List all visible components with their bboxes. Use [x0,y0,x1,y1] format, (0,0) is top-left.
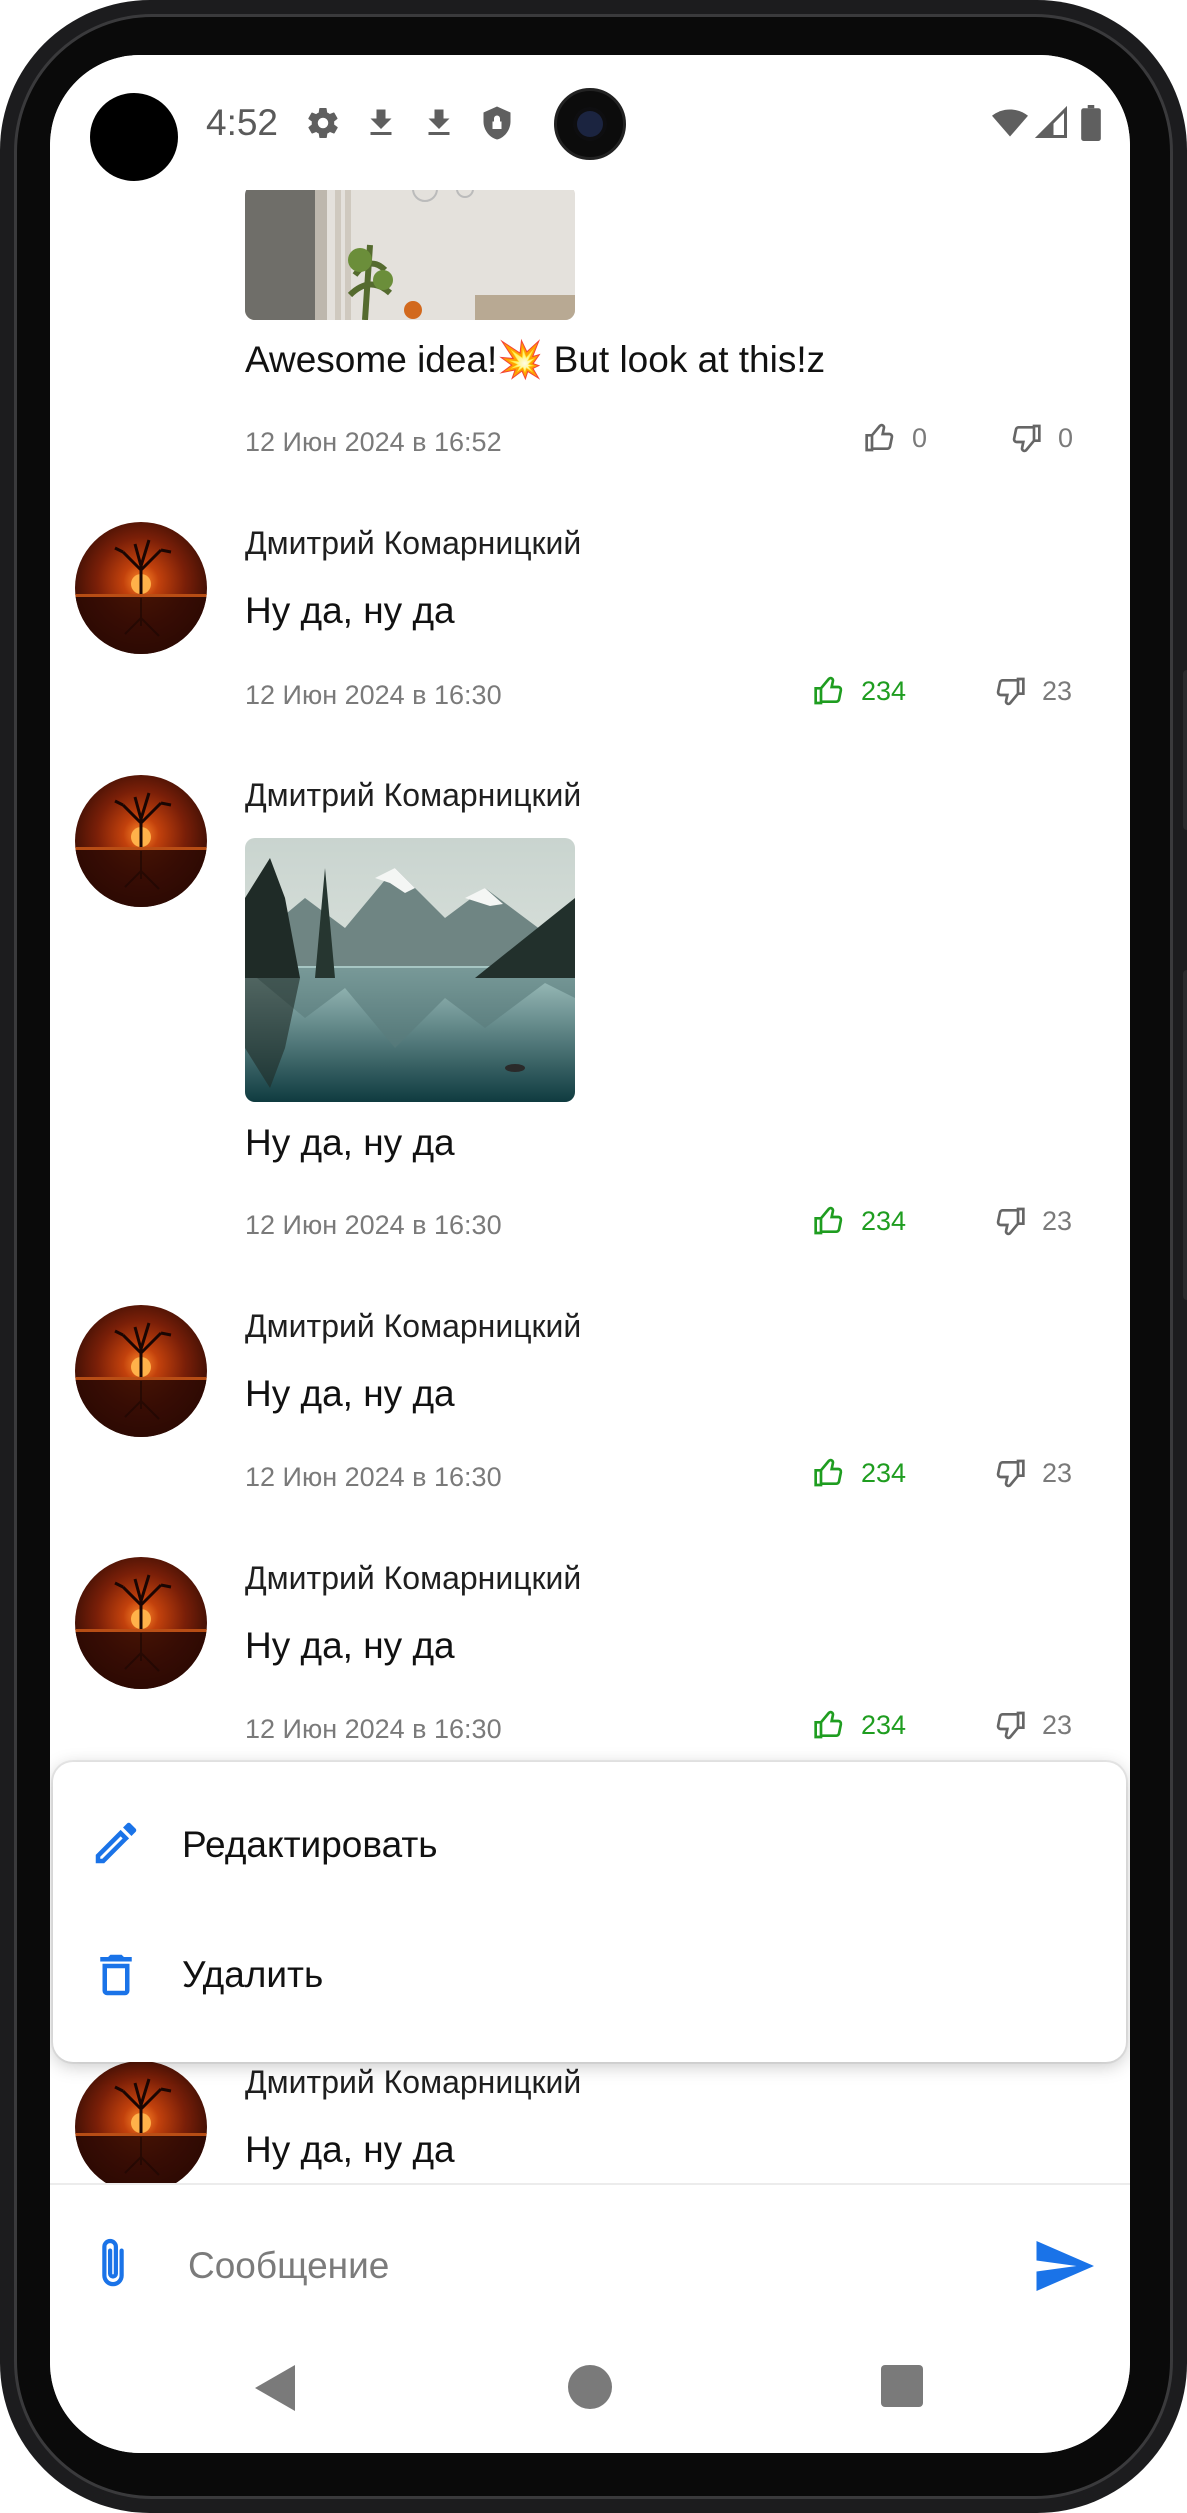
thumb-down-icon [994,1205,1026,1237]
comment-context-menu: Редактировать Удалить [53,1762,1126,2062]
recents-nav-button[interactable] [881,2365,923,2412]
thumb-up-icon [813,1205,845,1237]
trash-icon [89,1948,143,2007]
comment-date: 12 Июн 2024 в 16:30 [245,1714,502,1744]
attach-button[interactable] [90,2235,136,2298]
front-camera [554,88,626,160]
dislike-count: 23 [1042,1205,1073,1236]
thumb-down-icon [994,675,1026,707]
download-icon [363,105,399,146]
delete-menu-label: Удалить [182,1954,324,1995]
comment-text: Ну да, ну да [245,1625,455,1666]
edit-menu-label: Редактировать [182,1824,438,1865]
status-bar: 4:52 [50,55,1130,190]
comment-author: Дмитрий Комарницкий [245,2064,582,2100]
dislike-count: 23 [1042,1709,1073,1740]
like-count: 234 [861,675,907,706]
comment-author: Дмитрий Комарницкий [245,777,582,813]
comment-text: Awesome idea!💥 But look at this!z [245,339,826,380]
message-input[interactable] [186,2225,1010,2307]
comment-image-attachment[interactable] [245,838,575,1102]
delete-menu-item[interactable]: Удалить [53,1902,1126,2032]
like-button[interactable]: 234 [813,1205,906,1237]
like-count: 234 [861,1205,907,1236]
comment-date: 12 Июн 2024 в 16:30 [245,1462,502,1492]
comment-text: Ну да, ну да [245,1122,455,1163]
comment-date: 12 Июн 2024 в 16:30 [245,680,502,710]
thumb-down-icon [994,1709,1026,1741]
like-button[interactable]: 234 [813,1709,906,1741]
shield-icon [479,105,515,146]
send-button[interactable] [1034,2241,1094,2296]
avatar[interactable] [75,2061,207,2185]
status-time: 4:52 [206,102,279,143]
thumb-up-icon [813,1457,845,1489]
phone-frame: 4:52 Awesome idea!💥 But look at this!z 1… [0,0,1187,2513]
comment-author: Дмитрий Комарницкий [245,1308,582,1344]
settings-icon [305,105,341,146]
thumb-up-icon [864,422,896,454]
dislike-count: 23 [1042,675,1073,706]
home-nav-button[interactable] [568,2365,612,2414]
comment-author: Дмитрий Комарницкий [245,525,582,561]
dislike-button[interactable]: 23 [994,675,1072,707]
thumb-up-icon [813,1709,845,1741]
comment-text: Ну да, ну да [245,1373,455,1414]
thumb-up-icon [813,675,845,707]
wifi-icon [990,105,1030,146]
edit-menu-item[interactable]: Редактировать [53,1772,1126,1902]
comment-text: Ну да, ну да [245,590,455,631]
like-count: 234 [861,1709,907,1740]
comment-author: Дмитрий Комарницкий [245,1560,582,1596]
like-button[interactable]: 0 [864,422,927,454]
dislike-button[interactable]: 0 [1010,422,1073,454]
comment-date: 12 Июн 2024 в 16:52 [245,427,502,457]
like-button[interactable]: 234 [813,1457,906,1489]
screen: 4:52 Awesome idea!💥 But look at this!z 1… [50,55,1130,2453]
avatar[interactable] [75,522,207,654]
avatar[interactable] [75,1557,207,1689]
pencil-icon [89,1816,143,1875]
system-nav-bar [50,2335,1130,2453]
comment-date: 12 Июн 2024 в 16:30 [245,1210,502,1240]
like-button[interactable]: 234 [813,675,906,707]
battery-icon [1080,105,1102,146]
signal-icon [1034,105,1070,146]
like-count: 0 [912,422,928,453]
avatar[interactable] [75,775,207,907]
like-count: 234 [861,1457,907,1488]
power-button [1183,970,1187,1300]
thumb-down-icon [1010,422,1042,454]
back-nav-button[interactable] [255,2365,295,2416]
dislike-count: 23 [1042,1457,1073,1488]
dislike-button[interactable]: 23 [994,1205,1072,1237]
thumb-down-icon [994,1457,1026,1489]
dislike-button[interactable]: 23 [994,1709,1072,1741]
message-composer [50,2183,1130,2335]
comment-image-attachment[interactable] [245,185,575,320]
download-icon [421,105,457,146]
dislike-count: 0 [1058,422,1074,453]
dislike-button[interactable]: 23 [994,1457,1072,1489]
volume-button [1183,670,1187,830]
status-dot [90,93,178,181]
avatar[interactable] [75,1305,207,1437]
comment-text: Ну да, ну да [245,2129,455,2170]
